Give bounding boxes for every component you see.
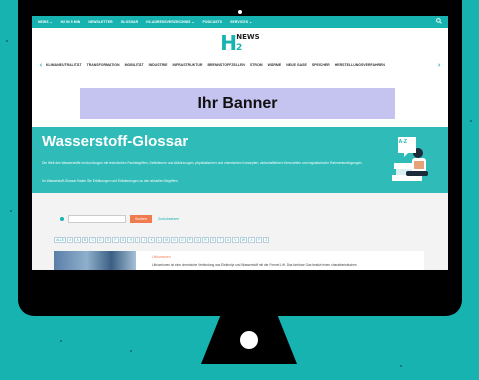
alpha-letter[interactable]: P	[186, 237, 194, 243]
glossar-hero: Wasserstoff-Glossar Die Welt des Wassers…	[32, 127, 448, 193]
category-item[interactable]: INDUSTRIE	[149, 63, 168, 67]
alpha-letter[interactable]: B	[81, 237, 89, 243]
alpha-letter[interactable]: S	[209, 237, 217, 243]
alpha-letter[interactable]: E	[104, 237, 112, 243]
search-row: Suchen Zurücksetzen	[60, 215, 179, 223]
alpha-letter[interactable]: Q	[194, 237, 201, 243]
category-item[interactable]: STROM	[250, 63, 263, 67]
search-radio[interactable]	[60, 217, 64, 221]
alpha-letter[interactable]: Y	[255, 237, 263, 243]
alpha-letter[interactable]: T	[217, 237, 224, 243]
monitor-frame: NEWS ⌄ H2 IN 5 MIN NEWSLETTER GLOSSAR H2…	[18, 0, 462, 316]
alpha-letter[interactable]: D	[97, 237, 104, 243]
az-badge: A-Z	[398, 139, 407, 145]
logo-news: NEWS	[236, 33, 260, 41]
bg-speck	[10, 210, 12, 212]
alpha-letter[interactable]: F	[112, 237, 119, 243]
category-item[interactable]: TRANSFORMATION	[87, 63, 120, 67]
alpha-letter[interactable]: L	[155, 237, 163, 243]
nav-item-news[interactable]: NEWS ⌄	[38, 20, 53, 24]
browser-screen: NEWS ⌄ H2 IN 5 MIN NEWSLETTER GLOSSAR H2…	[32, 16, 448, 270]
alpha-letter[interactable]: C	[89, 237, 97, 243]
nav-item-adressverzeichnis[interactable]: H2-ADRESSVERZEICHNIS ⌄	[146, 20, 194, 24]
page-title: Wasserstoff-Glossar	[42, 133, 189, 150]
glossar-content: Suchen Zurücksetzen ALLE # A B C D E F G…	[32, 193, 448, 270]
webcam-dot	[238, 10, 242, 14]
alpha-letter[interactable]: Z	[263, 237, 270, 243]
alpha-letter[interactable]: J	[141, 237, 148, 243]
category-item[interactable]: NEUE GASE	[286, 63, 307, 67]
nav-item-podcasts[interactable]: PODCASTS	[203, 20, 223, 24]
alpha-letter[interactable]: G	[119, 237, 127, 243]
bg-speck	[130, 350, 132, 352]
reset-link[interactable]: Zurücksetzen	[158, 217, 179, 221]
alpha-letter[interactable]: O	[178, 237, 186, 243]
chevron-left-icon[interactable]: ‹	[36, 62, 46, 69]
bg-speck	[6, 40, 8, 42]
nav-item-newsletter[interactable]: NEWSLETTER	[88, 20, 112, 24]
search-input[interactable]	[68, 215, 126, 223]
category-item[interactable]: MOBILITÄT	[125, 63, 144, 67]
category-item[interactable]: SPEICHER	[312, 63, 330, 67]
category-item[interactable]: INFRASTRUKTUR	[173, 63, 203, 67]
search-icon[interactable]	[436, 18, 442, 26]
banner-text: Ihr Banner	[197, 94, 278, 112]
bg-speck	[470, 120, 472, 122]
ad-banner[interactable]: Ihr Banner	[80, 88, 395, 119]
category-item[interactable]: HERSTELLUNGSVERFAHREN	[335, 63, 385, 67]
nav-item-services[interactable]: SERVICES ⌄	[230, 20, 252, 24]
glossar-intro: Die Welt des Wasserstoffs ist durchzogen…	[42, 161, 363, 165]
alpha-letter[interactable]: N	[171, 237, 178, 243]
bg-speck	[60, 340, 62, 342]
alpha-letter[interactable]: K	[148, 237, 155, 243]
nav-item-h2-in-5-min[interactable]: H2 IN 5 MIN	[61, 20, 81, 24]
alpha-letter[interactable]: A	[74, 237, 81, 243]
nav-item-glossar[interactable]: GLOSSAR	[121, 20, 138, 24]
alpha-letter[interactable]: U	[224, 237, 232, 243]
logo-2: 2	[236, 43, 243, 53]
logo-h: H	[220, 31, 238, 55]
glossar-entry[interactable]: Lithiumionen Lithiumionen ist eine chemi…	[54, 251, 424, 270]
power-button-icon	[240, 331, 258, 349]
entry-title[interactable]: Lithiumionen	[152, 255, 171, 259]
bg-speck	[400, 365, 402, 367]
chevron-right-icon[interactable]: ›	[434, 62, 444, 69]
entry-thumbnail	[54, 251, 136, 270]
alpha-letter[interactable]: I	[135, 237, 141, 243]
alpha-letter[interactable]: #	[67, 237, 74, 243]
search-button[interactable]: Suchen	[130, 215, 152, 223]
alpha-letter[interactable]: H	[127, 237, 135, 243]
glossar-intro-2: Im Wasserstoff-Glossar finden Sie Erklär…	[42, 179, 179, 183]
category-bar: ‹ KLIMANEUTRALITÄT TRANSFORMATION MOBILI…	[32, 58, 448, 72]
category-item[interactable]: BRENNSTOFFZELLEN	[207, 63, 244, 67]
category-item[interactable]: KLIMANEUTRALITÄT	[46, 63, 82, 67]
alpha-letter[interactable]: W	[239, 237, 248, 243]
site-logo[interactable]: H 2 NEWS	[32, 28, 448, 58]
alpha-letter[interactable]: R	[202, 237, 209, 243]
entry-text: Lithiumionen ist eine chemische Verbindu…	[152, 263, 357, 267]
alpha-letter[interactable]: M	[163, 237, 171, 243]
alpha-letter[interactable]: X	[248, 237, 255, 243]
category-item[interactable]: WÄRME	[268, 63, 282, 67]
alphabet-filter: ALLE # A B C D E F G H I J K L M N O P Q…	[54, 237, 270, 243]
reading-person-illustration	[392, 137, 428, 181]
top-nav: NEWS ⌄ H2 IN 5 MIN NEWSLETTER GLOSSAR H2…	[32, 16, 448, 28]
alpha-letter[interactable]: ALLE	[54, 237, 67, 243]
alpha-letter[interactable]: V	[232, 237, 239, 243]
